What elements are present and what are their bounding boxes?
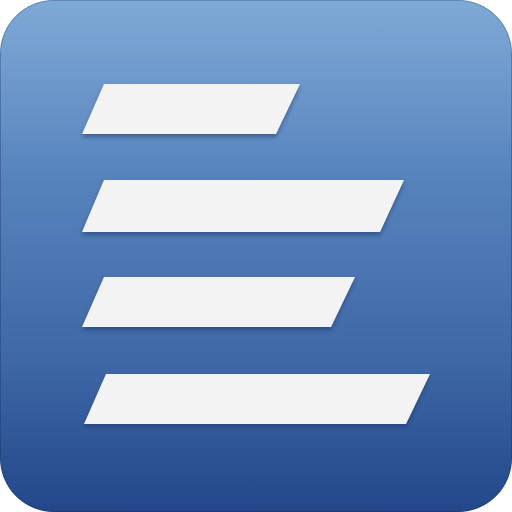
text-line-bar-2 <box>82 180 404 232</box>
app-icon[interactable] <box>0 0 512 512</box>
text-line-bar-4 <box>84 374 430 424</box>
text-lines-icon <box>82 84 430 424</box>
text-line-bar-3 <box>82 277 355 327</box>
text-line-bar-1 <box>82 84 300 134</box>
